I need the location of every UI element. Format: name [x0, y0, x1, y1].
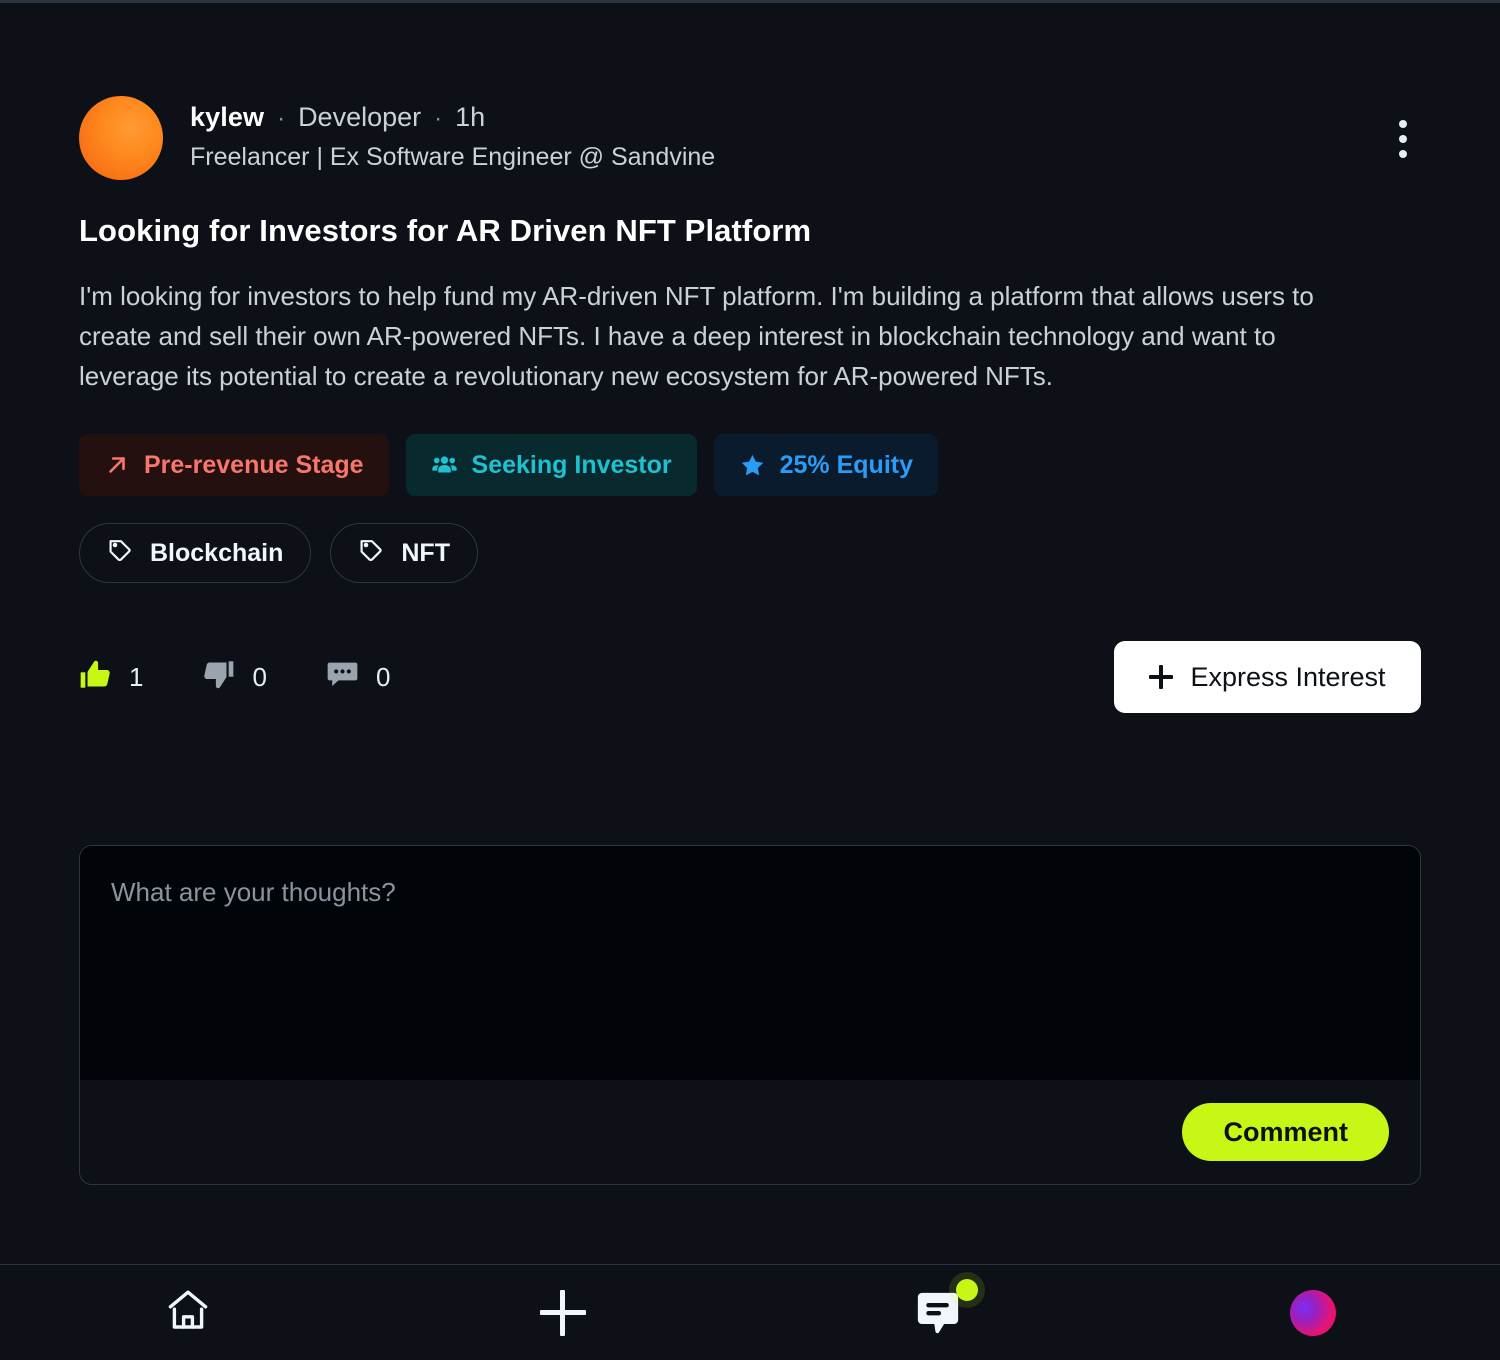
- comment-icon: [326, 658, 359, 696]
- thumbs-up-icon: [79, 658, 112, 696]
- bottom-navigation-bar: [0, 1264, 1500, 1360]
- kebab-menu-icon: [1399, 120, 1407, 128]
- post-header: kylew · Developer · 1h Freelancer | Ex S…: [79, 3, 1421, 180]
- post-body-text: I'm looking for investors to help fund m…: [79, 281, 1314, 391]
- author-role: Developer: [298, 102, 422, 132]
- kebab-menu-icon: [1399, 135, 1407, 143]
- express-interest-button[interactable]: Express Interest: [1114, 641, 1421, 713]
- composer-footer: Comment: [80, 1080, 1420, 1184]
- thumbs-down-icon: [202, 658, 235, 696]
- star-icon: [739, 452, 766, 479]
- nav-item-home[interactable]: [0, 1265, 375, 1360]
- arrow-up-right-icon: [104, 452, 130, 478]
- chat-bubble-icon: [912, 1278, 978, 1339]
- app-root: kylew · Developer · 1h Freelancer | Ex S…: [0, 0, 1500, 1360]
- tag-icon: [358, 537, 384, 570]
- comment-count-button[interactable]: 0: [326, 658, 390, 696]
- status-badge-stage: Pre-revenue Stage: [79, 434, 389, 496]
- comment-count: 0: [375, 661, 391, 692]
- comment-submit-button[interactable]: Comment: [1182, 1103, 1389, 1161]
- tag-pill-nft[interactable]: NFT: [330, 523, 478, 583]
- notification-badge-icon: [955, 1278, 978, 1301]
- reaction-bar: 1 0 0 Express Interest: [79, 641, 1421, 713]
- post-content-area: kylew · Developer · 1h Freelancer | Ex S…: [0, 3, 1500, 1264]
- author-headline: Freelancer | Ex Software Engineer @ Sand…: [190, 143, 716, 172]
- status-badge-equity-label: 25% Equity: [779, 450, 913, 479]
- page-title: Looking for Investors for AR Driven NFT …: [79, 213, 812, 248]
- status-badge-stage-label: Pre-revenue Stage: [144, 450, 364, 479]
- kebab-menu-icon: [1399, 150, 1407, 158]
- post-options-button[interactable]: [1385, 96, 1421, 174]
- like-button[interactable]: 1: [79, 658, 143, 696]
- tag-pill-label: NFT: [401, 538, 450, 567]
- author-username[interactable]: kylew: [190, 102, 264, 133]
- plus-icon: [539, 1289, 586, 1336]
- meta-separator: ·: [277, 105, 286, 132]
- author-info: kylew · Developer · 1h Freelancer | Ex S…: [190, 96, 1385, 172]
- users-group-icon: [431, 452, 458, 479]
- nav-item-messages[interactable]: [750, 1265, 1125, 1360]
- home-icon: [164, 1286, 212, 1339]
- like-count: 1: [129, 661, 144, 692]
- express-interest-label: Express Interest: [1190, 661, 1386, 692]
- status-badge-seeking-label: Seeking Investor: [471, 450, 672, 479]
- dislike-button[interactable]: 0: [202, 658, 267, 696]
- status-badge-equity: 25% Equity: [713, 434, 938, 496]
- nav-item-profile[interactable]: [1125, 1265, 1500, 1360]
- avatar[interactable]: [79, 96, 163, 180]
- tag-pill-label: Blockchain: [150, 538, 284, 567]
- author-meta-line: kylew · Developer · 1h: [190, 102, 1385, 133]
- tag-icon: [107, 537, 133, 570]
- plus-icon: [1149, 665, 1174, 689]
- comment-input[interactable]: [80, 846, 1420, 1080]
- tag-pill-blockchain[interactable]: Blockchain: [79, 523, 312, 583]
- status-badge-seeking: Seeking Investor: [405, 434, 697, 496]
- badge-row: Pre-revenue Stage Seeking Investor 25% E…: [79, 434, 1421, 496]
- nav-item-create[interactable]: [375, 1265, 750, 1360]
- profile-avatar-icon: [1289, 1289, 1336, 1336]
- meta-separator: ·: [434, 105, 443, 132]
- comment-composer: Comment: [79, 845, 1421, 1185]
- post-timestamp: 1h: [455, 102, 486, 132]
- tag-row: Blockchain NFT: [79, 523, 1421, 583]
- dislike-count: 0: [252, 661, 267, 692]
